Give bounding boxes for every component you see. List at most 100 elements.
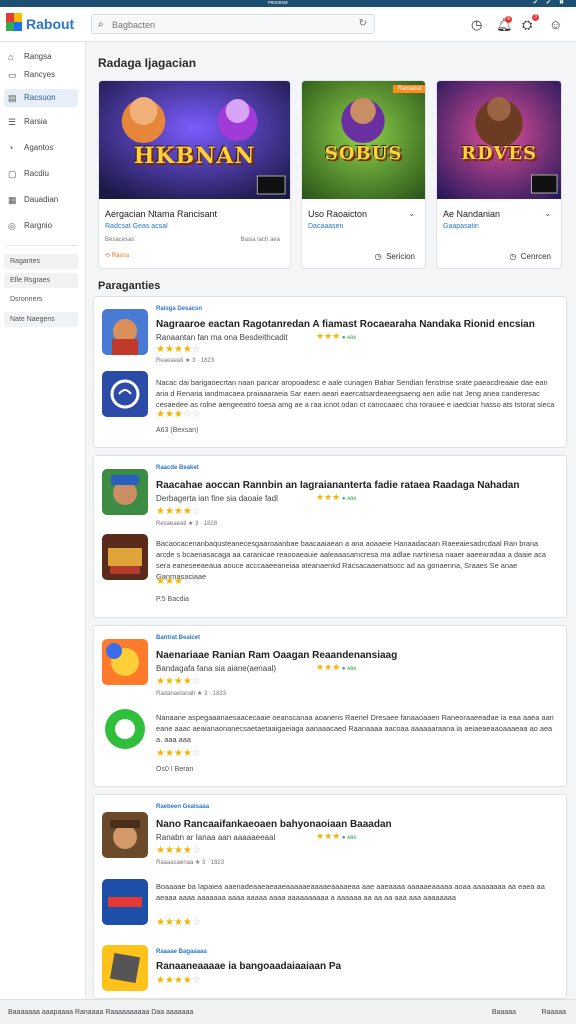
result-meta: Resaeaeati ★ 3 · 1828 xyxy=(156,521,218,527)
game-thumbnail[interactable] xyxy=(102,534,148,580)
chevron-down-icon[interactable]: ⌄ xyxy=(544,209,551,218)
footer-link-2[interactable]: Raaaaa xyxy=(541,1000,566,1024)
search-input[interactable] xyxy=(112,17,342,32)
star-rating: ★★★★☆ xyxy=(156,344,201,355)
result-subtitle: Ranabn ar Ianaa aan aaaaaeeaal xyxy=(156,833,276,842)
app-logo-icon[interactable] xyxy=(6,13,22,31)
group-tag: Raisga Desacsn xyxy=(156,306,203,312)
sidebar-sub-1[interactable]: Efle Rsgraes xyxy=(4,273,78,288)
list-icon: ☰ xyxy=(8,117,17,127)
result-subtitle: Ranaantan fan ma ona Besdeithcadit xyxy=(156,333,288,342)
rating-stars: ★★★ ● ᴀʀᴋ xyxy=(316,662,357,672)
result-title[interactable]: Nano Rancaaifankaeoaen bahyonaoiaan Baaa… xyxy=(156,819,392,830)
brand-name[interactable]: Rabout xyxy=(26,16,74,32)
game-art-text: HKBNAN xyxy=(133,143,256,169)
featured-card-subtitle: Radcsat Geas acsal xyxy=(105,223,168,230)
app-thumbnail[interactable] xyxy=(102,706,148,752)
sidebar: ⌂ Rangsa ▭ Rancyes ▤ Racsuon ☰ Rarsia ◔ Agant… xyxy=(0,42,86,999)
star-rating: ★★★★☆ xyxy=(156,506,201,517)
home-icon: ⌂ xyxy=(8,52,14,62)
featured-card-tag: ⟲ Rasna xyxy=(105,253,130,259)
result-title[interactable]: Naenariaae Ranian Ram Oaagan Reaandenans… xyxy=(156,650,397,661)
sidebar-sub-3[interactable]: Nate Naegens xyxy=(4,312,78,327)
star-rating: ★★★★☆ xyxy=(156,845,201,856)
sidebar-item-label: Agantos xyxy=(24,143,54,152)
chevron-down-icon[interactable]: ⌄ xyxy=(408,209,415,218)
game-thumbnail[interactable] xyxy=(102,639,148,685)
sidebar-sub-label: Ragantes xyxy=(10,258,40,265)
featured-ribbon: Rantacer xyxy=(392,85,425,93)
featured-card-action-label: Sericion xyxy=(386,252,415,261)
star-rating: ★★★★☆ xyxy=(156,748,201,759)
sidebar-item-1[interactable]: ▭ Rancyes xyxy=(4,66,78,84)
featured-card-meta-right: Basia lach aea xyxy=(240,237,280,243)
game-thumbnail[interactable] xyxy=(102,469,148,515)
result-description: Nanaane aspegaaanaesaacecaaie oeanscanaa… xyxy=(156,713,554,744)
featured-card-tag-label: Rasna xyxy=(111,253,130,259)
featured-card-subtitle: Gaapasatin xyxy=(443,223,479,230)
group-tag: Raacde Beaket xyxy=(156,465,199,471)
result-description: Boaaaae ba Iapaiea aaenadeaaeaeaaeaaaaae… xyxy=(156,882,545,902)
system-topbar: ᴘʀᴏɢʀᴀᴍ ✔✔✖ xyxy=(0,0,576,7)
cart-icon[interactable]: ⛭ xyxy=(522,17,532,33)
result-chip[interactable]: P.5 Bacdia xyxy=(156,596,189,603)
notification-badge: 4 xyxy=(505,16,512,23)
featured-card-1[interactable]: SOBUS Rantacer Uso Raoaicton ⌄ Dacaaasen… xyxy=(301,80,426,269)
cart-badge: 3 xyxy=(532,14,539,21)
sidebar-item-0[interactable]: ⌂ Rangsa xyxy=(4,48,78,66)
sidebar-item-2[interactable]: ▤ Racsuon xyxy=(4,89,78,107)
result-title[interactable]: Ranaaneaaaae ia bangoaadaiaaiaan Pa xyxy=(156,961,341,972)
featured-title: Radaga Ijagacian xyxy=(98,56,197,70)
game-thumbnail[interactable] xyxy=(102,309,148,355)
result-meta: Raaaasaenaa ★ 3 · 1823 xyxy=(156,860,225,866)
rating-stars: ★★★ ● ᴀʀᴋ xyxy=(316,831,357,841)
footer-bar: Baaaaaaa aaapaaaa Ranaaaa Raaaaaaaaaa Da… xyxy=(0,999,576,1024)
sidebar-item-4[interactable]: ◔ Agantos xyxy=(4,139,78,157)
result-chip[interactable]: A63 (Bexsan) xyxy=(156,427,198,434)
sidebar-sub-label: Nate Naegens xyxy=(10,316,55,323)
footer-link-1[interactable]: Baaaaa xyxy=(492,1000,516,1024)
featured-card-action[interactable]: ◷ Sericion xyxy=(375,252,415,261)
sidebar-item-label: Rarsia xyxy=(24,117,48,126)
user-icon[interactable]: ☺ xyxy=(549,17,562,32)
sidebar-item-label: Racdiu xyxy=(24,169,49,178)
search-icon: ⌕ xyxy=(98,19,104,30)
result-title[interactable]: Nagraaroe eactan Ragotanredan A fiamast … xyxy=(156,319,535,330)
section-title: Paraganties xyxy=(98,280,161,292)
calendar-icon: ▦ xyxy=(8,195,17,205)
featured-card-2[interactable]: RDVES Ae Nandanian ⌄ Gaapasatin ◷ Cenrce… xyxy=(436,80,562,269)
app-thumbnail[interactable] xyxy=(102,371,148,417)
refresh-icon[interactable]: ↻ xyxy=(359,18,367,29)
search-box[interactable]: ⌕ ↻ xyxy=(91,14,375,34)
game-art-image xyxy=(302,81,425,199)
result-meta: Reaeaeati ★ 3 · 1823 xyxy=(156,358,215,364)
sidebar-item-7[interactable]: ◎ Rargnio xyxy=(4,217,78,235)
sidebar-item-3[interactable]: ☰ Rarsia xyxy=(4,113,78,131)
featured-card-action[interactable]: ◷ Cenrcen xyxy=(509,252,551,261)
rating-stars: ★★★ ● ᴀʀᴋ xyxy=(316,331,357,341)
result-title[interactable]: Raacahae aoccan Rannbin an Iagraiananter… xyxy=(156,480,519,491)
featured-card-title: Ae Nandanian xyxy=(443,209,501,219)
sidebar-item-5[interactable]: ▢ Racdiu xyxy=(4,165,78,183)
result-group-3: Raebeen Gealsaaa Nano Rancaaifankaeoaen … xyxy=(93,794,567,999)
topbar-window-controls[interactable]: ✔✔✖ xyxy=(533,0,572,7)
folder-icon: ▢ xyxy=(8,169,17,179)
featured-card-0[interactable]: HKBNAN Aergacian Ntama Rancisant Radcsat… xyxy=(98,80,291,269)
star-rating: ★★★★☆ xyxy=(156,975,201,986)
featured-card-meta: Besacesas xyxy=(105,237,135,243)
rating-stars: ★★★ ● ᴀʀᴋ xyxy=(316,492,357,502)
star-rating: ★★★☆☆ xyxy=(156,576,201,587)
result-chip[interactable]: Os0 I Beran xyxy=(156,766,193,773)
app-thumbnail[interactable] xyxy=(102,879,148,925)
game-thumbnail[interactable] xyxy=(102,812,148,858)
footer-left-text: Baaaaaaa aaapaaaa Ranaaaa Raaaaaaaaaa Da… xyxy=(8,1009,194,1016)
sidebar-sub-0[interactable]: Ragantes xyxy=(4,254,78,269)
clock-icon[interactable]: ◷ xyxy=(471,17,482,33)
featured-card-action-label: Cenrcen xyxy=(520,252,551,261)
sidebar-item-label: Rargnio xyxy=(24,221,53,230)
sidebar-item-6[interactable]: ▦ Dauadian xyxy=(4,191,78,209)
star-rating: ★★★★☆ xyxy=(156,676,201,687)
group-tag: Bantrat Beaicet xyxy=(156,635,201,641)
app-thumbnail[interactable] xyxy=(102,945,148,991)
sidebar-sub-2[interactable]: Dsronners xyxy=(4,292,78,307)
